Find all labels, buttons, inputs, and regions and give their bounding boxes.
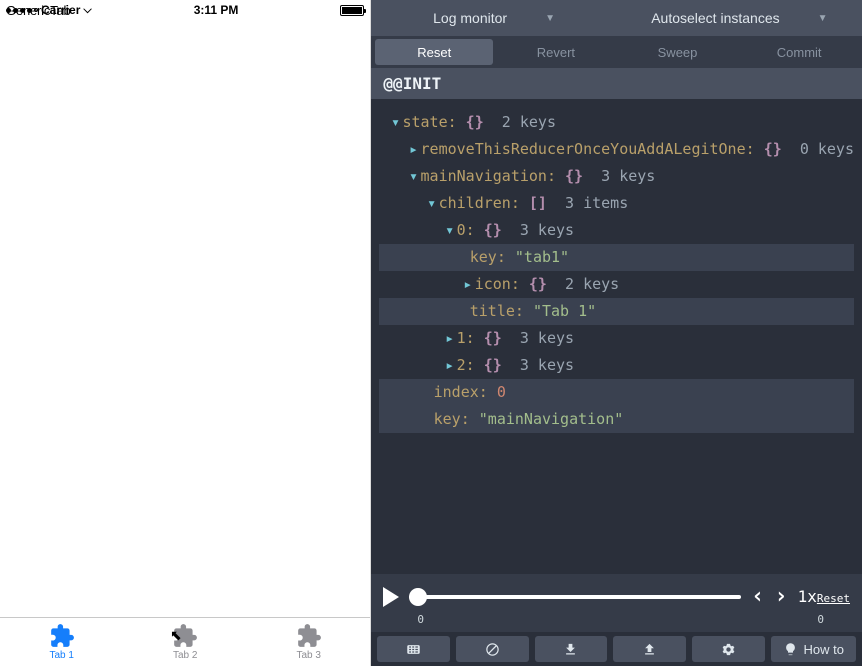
tree-row-navkey[interactable]: key: "mainNavigation" <box>379 406 854 433</box>
tab-item-1[interactable]: Tab 1 <box>0 618 123 666</box>
bottom-toolbar: How to <box>371 632 862 666</box>
tree-row-icon[interactable]: ▸icon: {} 2 keys <box>379 271 854 298</box>
disable-button[interactable] <box>456 636 529 662</box>
monitor-select[interactable]: Log monitor ▼ <box>371 0 616 36</box>
reset-button[interactable]: Reset <box>375 39 493 65</box>
step-back-button[interactable]: ‹ <box>751 584 764 609</box>
phone-content-area <box>0 20 370 617</box>
tree-row-index1[interactable]: ▸1: {} 3 keys <box>379 325 854 352</box>
tab-label: Tab 1 <box>50 650 74 661</box>
sweep-button[interactable]: Sweep <box>619 39 737 65</box>
monitor-select-label: Log monitor <box>433 10 507 26</box>
play-button[interactable] <box>383 587 399 607</box>
caret-right-icon[interactable]: ▸ <box>407 136 421 163</box>
tab-bar: Tab 1 Tab 2 Tab 3 <box>0 617 370 666</box>
tab-label: Tab 2 <box>173 650 197 661</box>
chevron-down-icon: ▼ <box>818 13 828 24</box>
caret-right-icon[interactable]: ▸ <box>443 325 457 352</box>
caret-right-icon[interactable]: ▸ <box>443 352 457 379</box>
tree-row-remove[interactable]: ▸removeThisReducerOnceYouAddALegitOne: {… <box>379 136 854 163</box>
gear-icon <box>721 642 736 657</box>
tree-row-index0[interactable]: ▾0: {} 3 keys <box>379 217 854 244</box>
keyboard-icon <box>406 642 421 657</box>
player-tick-start: 0 <box>417 613 424 626</box>
bulb-icon <box>783 642 798 657</box>
howto-button[interactable]: How to <box>771 636 856 662</box>
step-forward-button[interactable]: › <box>774 584 787 609</box>
tree-row-state[interactable]: ▾state: {} 2 keys <box>379 109 854 136</box>
caret-down-icon[interactable]: ▾ <box>425 190 439 217</box>
tree-row-title[interactable]: title: "Tab 1" <box>379 298 854 325</box>
player-thumb[interactable] <box>409 588 427 606</box>
revert-button[interactable]: Revert <box>497 39 615 65</box>
caret-right-icon[interactable]: ▸ <box>461 271 475 298</box>
tree-row-key-tab1[interactable]: key: "tab1" <box>379 244 854 271</box>
tab-item-2[interactable]: Tab 2 <box>123 618 246 666</box>
player-track[interactable] <box>409 595 741 599</box>
state-tree: ▾state: {} 2 keys ▸removeThisReducerOnce… <box>371 99 862 574</box>
phone-simulator: Carrier ⌵ 3:11 PM GenericTab Tab 1 Tab 2… <box>0 0 371 666</box>
tree-row-children[interactable]: ▾children: [] 3 items <box>379 190 854 217</box>
caret-down-icon[interactable]: ▾ <box>407 163 421 190</box>
current-action-label: @@INIT <box>371 68 862 99</box>
wifi-icon: ⌵ <box>83 4 91 17</box>
caret-down-icon[interactable]: ▾ <box>443 217 457 244</box>
howto-label: How to <box>804 642 844 657</box>
nav-title-overlay: GenericTab <box>6 3 70 18</box>
puzzle-icon <box>49 623 75 649</box>
upload-button[interactable] <box>613 636 686 662</box>
clock: 3:11 PM <box>194 3 239 17</box>
action-buttons-row: Reset Revert Sweep Commit <box>371 36 862 68</box>
tab-item-3[interactable]: Tab 3 <box>247 618 370 666</box>
time-travel-player: ‹ › 1xReset 0 0 <box>371 574 862 632</box>
devtools-top-dropdowns: Log monitor ▼ Autoselect instances ▼ <box>371 0 862 36</box>
disable-icon <box>485 642 500 657</box>
download-button[interactable] <box>535 636 608 662</box>
instance-select-label: Autoselect instances <box>651 10 779 26</box>
keyboard-button[interactable] <box>377 636 450 662</box>
caret-down-icon[interactable]: ▾ <box>388 109 402 136</box>
chevron-down-icon: ▼ <box>545 13 555 24</box>
tree-row-mainnav[interactable]: ▾mainNavigation: {} 3 keys <box>379 163 854 190</box>
tree-row-index-value[interactable]: index: 0 <box>379 379 854 406</box>
download-icon <box>563 642 578 657</box>
settings-button[interactable] <box>692 636 765 662</box>
playback-speed: 1xReset <box>798 587 850 606</box>
player-reset-link[interactable]: Reset <box>817 592 850 605</box>
tree-row-index2[interactable]: ▸2: {} 3 keys <box>379 352 854 379</box>
puzzle-icon <box>172 623 198 649</box>
puzzle-icon <box>296 623 322 649</box>
player-tick-end: 0 <box>817 613 824 626</box>
battery-icon <box>340 5 364 16</box>
redux-devtools: Log monitor ▼ Autoselect instances ▼ Res… <box>371 0 862 666</box>
instance-select[interactable]: Autoselect instances ▼ <box>617 0 862 36</box>
upload-icon <box>642 642 657 657</box>
tab-label: Tab 3 <box>296 650 320 661</box>
commit-button[interactable]: Commit <box>740 39 858 65</box>
